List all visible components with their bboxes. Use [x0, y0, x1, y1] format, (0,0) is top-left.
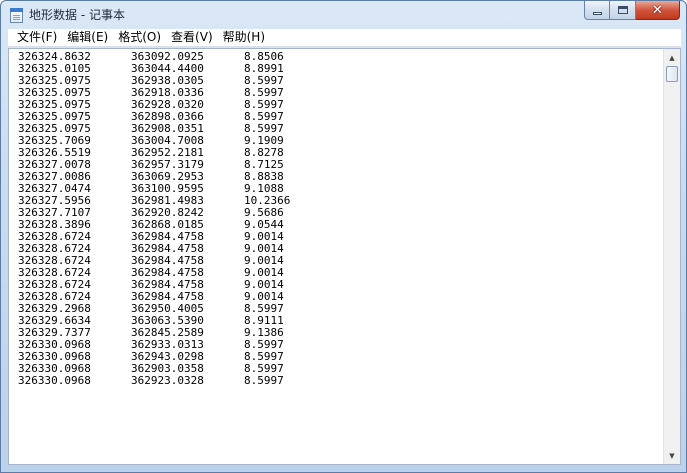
- x-coordinate: 326330.0968: [18, 374, 91, 387]
- text-line: 326327.5956 362981.4983 10.2366: [18, 195, 664, 207]
- text-line: 326328.6724 362984.4758 9.0014: [18, 255, 664, 267]
- text-line: 326328.6724 362984.4758 9.0014: [18, 291, 664, 303]
- text-line: 326328.3896 362868.0185 9.0544: [18, 219, 664, 231]
- text-line: 326325.0975 362938.0305 8.5997: [18, 75, 664, 87]
- text-line: 326328.6724 362984.4758 9.0014: [18, 267, 664, 279]
- title-bar[interactable]: 地形数据 - 记事本 ✕: [1, 1, 686, 29]
- text-line: 326329.6634 363063.5390 8.9111: [18, 315, 664, 327]
- elevation: 8.5997: [244, 374, 284, 387]
- menu-bar: 文件(F) 编辑(E) 格式(O) 查看(V) 帮助(H): [8, 29, 681, 47]
- window-controls: ✕: [584, 1, 680, 21]
- text-line: 326330.0968 362923.0328 8.5997: [18, 375, 664, 387]
- scroll-thumb[interactable]: [666, 66, 678, 82]
- close-button[interactable]: ✕: [636, 1, 680, 20]
- text-line: 326328.6724 362984.4758 9.0014: [18, 279, 664, 291]
- text-line: 326327.0474 363100.9595 9.1088: [18, 183, 664, 195]
- scroll-down-button[interactable]: ▼: [664, 447, 680, 464]
- text-line: 326325.0975 362908.0351 8.5997: [18, 123, 664, 135]
- y-coordinate: 362923.0328: [131, 374, 204, 387]
- text-line: 326325.0975 362928.0320 8.5997: [18, 99, 664, 111]
- text-line: 326329.7377 362845.2589 9.1386: [18, 327, 664, 339]
- text-line: 326325.0105 363044.4400 8.8991: [18, 63, 664, 75]
- text-line: 326330.0968 362933.0313 8.5997: [18, 339, 664, 351]
- text-line: 326325.7069 363004.7008 9.1909: [18, 135, 664, 147]
- text-line: 326326.5519 362952.2181 8.8278: [18, 147, 664, 159]
- text-line: 326328.6724 362984.4758 9.0014: [18, 231, 664, 243]
- minimize-icon: [592, 12, 602, 15]
- text-line: 326330.0968 362943.0298 8.5997: [18, 351, 664, 363]
- window-title: 地形数据 - 记事本: [29, 8, 125, 22]
- notepad-window: 地形数据 - 记事本 ✕ 文件(F) 编辑(E) 格式(O) 查看(V) 帮助(…: [0, 0, 687, 473]
- menu-edit[interactable]: 编辑(E): [62, 29, 113, 46]
- text-area[interactable]: 326324.8632 363092.0925 8.8506 326325.0105 3…: [9, 49, 664, 464]
- text-line: 326327.0086 363069.2953 8.8838: [18, 171, 664, 183]
- text-line: 326327.0078 362957.3179 8.7125: [18, 159, 664, 171]
- text-line: 326325.0975 362918.0336 8.5997: [18, 87, 664, 99]
- minimize-button[interactable]: [584, 1, 610, 20]
- text-line: 326329.2968 362950.4005 8.5997: [18, 303, 664, 315]
- scroll-up-button[interactable]: ▲: [664, 49, 680, 66]
- menu-help[interactable]: 帮助(H): [218, 29, 270, 46]
- vertical-scrollbar[interactable]: ▲ ▼: [663, 49, 680, 464]
- menu-view[interactable]: 查看(V): [166, 29, 218, 46]
- menu-format[interactable]: 格式(O): [113, 29, 166, 46]
- scroll-down-icon: ▼: [669, 451, 675, 460]
- text-line: 326327.7107 362920.8242 9.5686: [18, 207, 664, 219]
- scroll-up-icon: ▲: [669, 53, 675, 62]
- text-line: 326324.8632 363092.0925 8.8506: [18, 51, 664, 63]
- close-icon: ✕: [652, 2, 663, 18]
- maximize-icon: [617, 6, 628, 14]
- maximize-button[interactable]: [610, 1, 636, 20]
- editor: 326324.8632 363092.0925 8.8506 326325.0105 3…: [8, 48, 681, 465]
- text-line: 326330.0968 362903.0358 8.5997: [18, 363, 664, 375]
- menu-file[interactable]: 文件(F): [12, 29, 62, 46]
- text-line: 326325.0975 362898.0366 8.5997: [18, 111, 664, 123]
- text-line: 326328.6724 362984.4758 9.0014: [18, 243, 664, 255]
- notepad-icon[interactable]: [10, 8, 23, 23]
